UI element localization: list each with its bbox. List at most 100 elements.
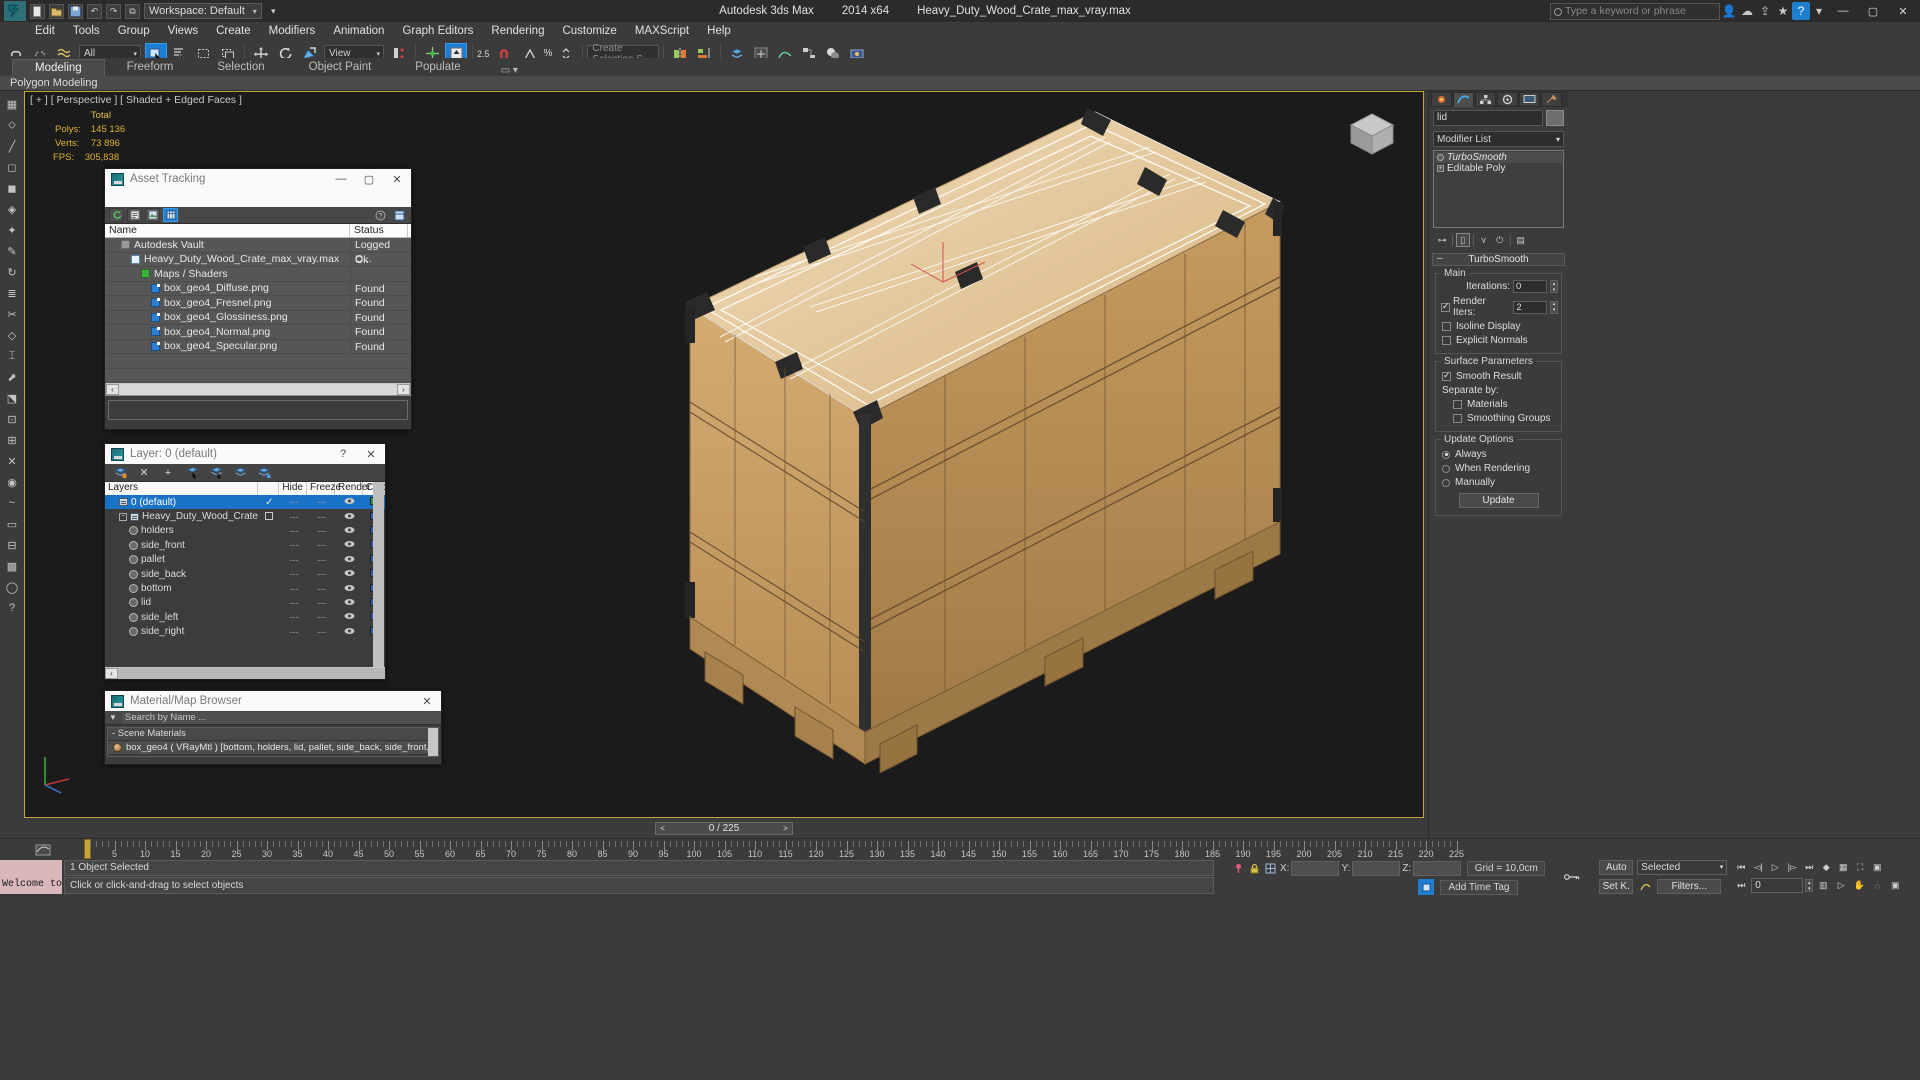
maximize-viewport-toggle-icon[interactable]: ▣: [1887, 878, 1903, 893]
asset-table-hscrollbar[interactable]: ‹ ›: [105, 383, 411, 396]
tab-motion[interactable]: [1497, 92, 1518, 107]
edge-icon[interactable]: ╱: [3, 137, 21, 155]
column-name[interactable]: Name: [105, 224, 350, 237]
field-of-view-icon[interactable]: ▥: [1815, 878, 1831, 893]
column-current[interactable]: [258, 482, 280, 495]
menu-item-help[interactable]: Help: [698, 22, 740, 40]
go-to-end-icon[interactable]: ⏭: [1801, 860, 1817, 875]
expand-collapse-icon[interactable]: −: [119, 512, 127, 521]
track-bar-ruler[interactable]: 5 10 15 20 25 30 35 40 45 50 55 60 65 70 75 80 85 90 95 100…: [56, 838, 1920, 861]
scroll-track[interactable]: [118, 667, 385, 679]
wood-crate-model[interactable]: [625, 92, 1325, 818]
save-file-icon[interactable]: [68, 3, 83, 19]
layer-freeze-cell[interactable]: ---: [308, 497, 336, 507]
layer-name-cell[interactable]: side_right: [105, 626, 258, 637]
asset-table-row[interactable]: box_geo4_Glossiness.png Found: [105, 310, 411, 325]
menu-item-views[interactable]: Views: [159, 22, 207, 40]
render-iters-checkbox[interactable]: [1441, 301, 1450, 312]
frame-spinner[interactable]: ▴ ▾: [1805, 879, 1814, 892]
layer-window[interactable]: Layer: 0 (default) ? ✕ ✕ + Layers Hide F…: [104, 443, 386, 680]
highlight-selected-objects-icon[interactable]: [209, 466, 223, 480]
time-configuration-icon[interactable]: ▦: [1835, 860, 1851, 875]
modifier-stack-item[interactable]: + Editable Poly: [1435, 163, 1562, 174]
asset-name-cell[interactable]: Maps / Shaders: [105, 268, 350, 280]
turbosmooth-rollout-header[interactable]: TurboSmooth: [1432, 253, 1565, 266]
layer-freeze-cell[interactable]: ---: [308, 584, 336, 594]
next-frame-icon[interactable]: |▻: [1784, 860, 1800, 875]
add-to-layer-icon[interactable]: +: [161, 466, 175, 480]
configure-modifier-sets-icon[interactable]: ▤: [1514, 233, 1528, 247]
layer-freeze-cell[interactable]: ---: [308, 512, 336, 522]
asset-table-row[interactable]: Maps / Shaders: [105, 267, 411, 282]
key-filters-button[interactable]: Filters...: [1657, 878, 1722, 894]
menu-item-rendering[interactable]: Rendering: [482, 22, 553, 40]
open-mini-curve-editor-icon[interactable]: [30, 841, 56, 859]
asset-name-cell[interactable]: box_geo4_Specular.png: [105, 340, 350, 352]
set-current-layer-icon[interactable]: [257, 466, 271, 480]
material-search-input[interactable]: Search by Name ...: [121, 711, 441, 724]
layer-help-button[interactable]: ?: [329, 444, 357, 464]
render-iters-spinner[interactable]: ▴ ▾: [1550, 300, 1558, 314]
layer-table-row[interactable]: − Heavy_Duty_Wood_Crate --- ---: [105, 509, 385, 523]
project-folder-icon[interactable]: ⧉: [125, 3, 140, 19]
x-value[interactable]: [1291, 860, 1340, 876]
layer-render-cell[interactable]: [336, 598, 364, 608]
layer-name-cell[interactable]: side_back: [105, 569, 258, 580]
layer-table-row[interactable]: side_right --- ---: [105, 625, 385, 639]
layer-freeze-cell[interactable]: ---: [308, 569, 336, 579]
smooth-result-checkbox[interactable]: [1442, 370, 1451, 381]
menu-item-graph-editors[interactable]: Graph Editors: [393, 22, 482, 40]
asset-table-row[interactable]: box_geo4_Fresnel.png Found: [105, 296, 411, 311]
x-coordinate-field[interactable]: X:: [1280, 860, 1340, 876]
help-icon[interactable]: ?: [373, 208, 388, 222]
asset-tracking-table[interactable]: Name Status Autodesk Vault Logged O... Hea…: [105, 224, 411, 420]
menu-item-customize[interactable]: Customize: [553, 22, 625, 40]
layer-freeze-cell[interactable]: ---: [308, 612, 336, 622]
layer-freeze-cell[interactable]: ---: [308, 598, 336, 608]
filter-dropdown-icon[interactable]: ▼: [109, 713, 117, 722]
previous-frame-icon[interactable]: ◅|: [1750, 860, 1766, 875]
view-cube-icon[interactable]: [1343, 106, 1401, 164]
asset-table-row[interactable]: box_geo4_Normal.png Found: [105, 325, 411, 340]
menu-item-create[interactable]: Create: [207, 22, 260, 40]
asset-table-row[interactable]: box_geo4_Diffuse.png Found: [105, 281, 411, 296]
layer-name-cell[interactable]: bottom: [105, 583, 258, 594]
layer-horizontal-scrollbar[interactable]: ‹: [105, 667, 385, 679]
iterations-input[interactable]: 0: [1513, 280, 1547, 293]
modifier-stack[interactable]: TurboSmooth + Editable Poly: [1433, 150, 1564, 228]
relax-icon[interactable]: ~: [3, 494, 21, 512]
swift-loop-icon[interactable]: ≣: [3, 284, 21, 302]
pan-view-icon[interactable]: ✋: [1851, 878, 1867, 893]
asset-name-cell[interactable]: Heavy_Duty_Wood_Crate_max_vray.max: [105, 253, 350, 265]
pin-stack-icon[interactable]: ⊶: [1435, 233, 1449, 247]
cloud-icon[interactable]: ☁: [1738, 2, 1756, 20]
menu-item-tools[interactable]: Tools: [64, 22, 109, 40]
element-icon[interactable]: ◈: [3, 200, 21, 218]
asset-tracking-window[interactable]: Asset Tracking — ▢ ✕ ? Name Status Autod…: [104, 168, 412, 430]
layer-name-cell[interactable]: − Heavy_Duty_Wood_Crate: [105, 511, 258, 522]
modifier-list-dropdown[interactable]: Modifier List ▾: [1433, 131, 1564, 147]
more-qat-icon[interactable]: ▾: [266, 4, 281, 19]
polygon-modeling-icon[interactable]: ▦: [3, 95, 21, 113]
layer-table-row[interactable]: side_front --- ---: [105, 538, 385, 552]
layer-hide-cell[interactable]: ---: [280, 569, 308, 579]
asset-table-row[interactable]: Heavy_Duty_Wood_Crate_max_vray.max Ok: [105, 252, 411, 267]
layer-render-cell[interactable]: [336, 627, 364, 637]
cut-icon[interactable]: ✂: [3, 305, 21, 323]
layer-freeze-cell[interactable]: ---: [308, 627, 336, 637]
maxscript-mini-listener-input[interactable]: Welcome to: [0, 876, 62, 894]
explicit-normals-checkbox[interactable]: [1442, 336, 1451, 345]
iterations-spinner[interactable]: ▴ ▾: [1550, 280, 1558, 293]
menu-item-modifiers[interactable]: Modifiers: [260, 22, 325, 40]
add-time-tag-button[interactable]: Add Time Tag: [1440, 879, 1518, 895]
layer-hide-cell[interactable]: ---: [280, 598, 308, 608]
update-when-rendering-radio[interactable]: [1442, 464, 1450, 473]
go-to-frame-icon[interactable]: ⏭: [1733, 878, 1749, 893]
layer-render-cell[interactable]: [336, 569, 364, 579]
tab-create[interactable]: [1431, 92, 1452, 107]
prev-frame-icon[interactable]: <: [656, 823, 669, 834]
layer-name-cell[interactable]: 0 (default): [105, 497, 258, 508]
asset-name-cell[interactable]: box_geo4_Normal.png: [105, 326, 350, 338]
vertex-icon[interactable]: ⬦: [3, 116, 21, 134]
paint-deform-icon[interactable]: ✎: [3, 242, 21, 260]
